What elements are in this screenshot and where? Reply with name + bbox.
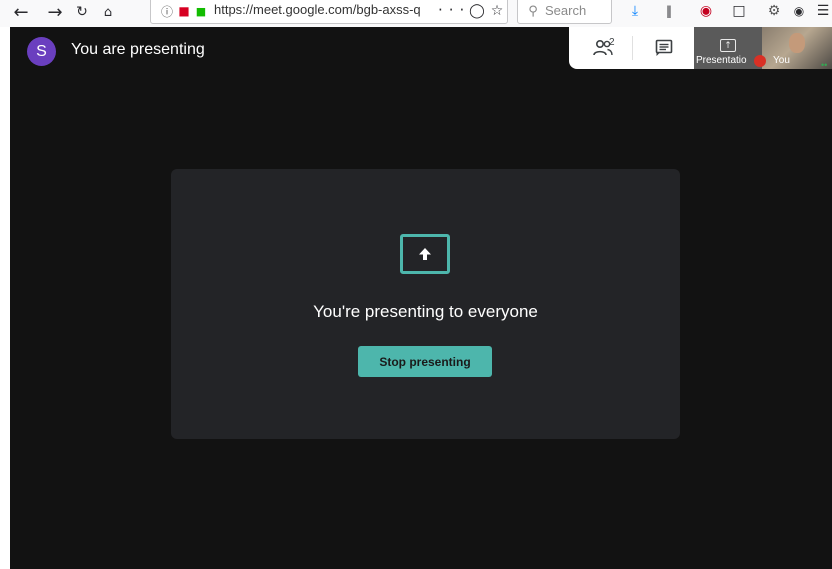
presenting-message: You're presenting to everyone xyxy=(313,302,538,321)
home-icon[interactable]: ⌂ xyxy=(100,2,116,22)
camera-blocked-icon[interactable]: ■ xyxy=(175,2,193,20)
library-icon[interactable]: ‖ xyxy=(660,2,678,20)
avatar[interactable]: S xyxy=(27,37,56,66)
forward-icon[interactable]: → xyxy=(46,2,64,23)
reload-icon[interactable]: ↻ xyxy=(74,2,90,22)
meeting-controls-panel: 2 ↑ Presentatio You •• xyxy=(569,27,832,69)
download-icon[interactable]: ⤓ xyxy=(626,2,644,20)
menu-icon[interactable]: ☰ xyxy=(814,2,832,20)
pocket-icon[interactable]: ◯ xyxy=(468,2,486,20)
participant-count: 2 xyxy=(609,37,615,48)
chat-icon xyxy=(655,39,673,56)
page-title: You are presenting xyxy=(71,41,205,58)
url-text[interactable]: https://meet.google.com/bgb-axss-q xyxy=(214,2,421,17)
more-options-icon[interactable]: •• xyxy=(821,60,827,69)
page-actions-menu-icon[interactable]: ··· xyxy=(438,1,470,19)
present-screen-icon: ↑ xyxy=(720,39,736,52)
search-placeholder: Search xyxy=(545,3,587,18)
browser-toolbar: ← → ↻ ⌂ ⓘ ■ ■ https://meet.google.com/bg… xyxy=(0,0,832,27)
stop-presenting-button[interactable]: Stop presenting xyxy=(358,346,492,377)
mic-off-icon xyxy=(754,55,766,67)
extension-eye-icon[interactable]: ◉ xyxy=(790,2,808,20)
bookmark-star-icon[interactable]: ☆ xyxy=(488,2,506,20)
panel-divider xyxy=(632,36,633,60)
thumbnail-label-you: You xyxy=(773,55,790,66)
extension-square-icon[interactable]: □ xyxy=(730,2,748,20)
search-icon: ⚲ xyxy=(528,3,538,19)
screen-sharing-icon[interactable]: ■ xyxy=(192,2,210,20)
chat-button[interactable] xyxy=(653,37,675,59)
meet-stage: S You are presenting 2 ↑ Presentatio You… xyxy=(10,27,832,569)
present-screen-icon xyxy=(400,234,450,274)
participant-image xyxy=(789,33,805,53)
back-icon[interactable]: ← xyxy=(10,2,32,23)
info-icon[interactable]: ⓘ xyxy=(158,2,176,20)
self-view-thumbnail[interactable]: ↑ Presentatio You •• xyxy=(694,27,832,69)
extension-red-icon[interactable]: ◉ xyxy=(697,2,715,20)
thumbnail-label-presentation: Presentatio xyxy=(696,55,747,66)
extension-cog-icon[interactable]: ⚙ xyxy=(765,2,783,20)
presenting-card: You're presenting to everyone Stop prese… xyxy=(171,169,680,439)
